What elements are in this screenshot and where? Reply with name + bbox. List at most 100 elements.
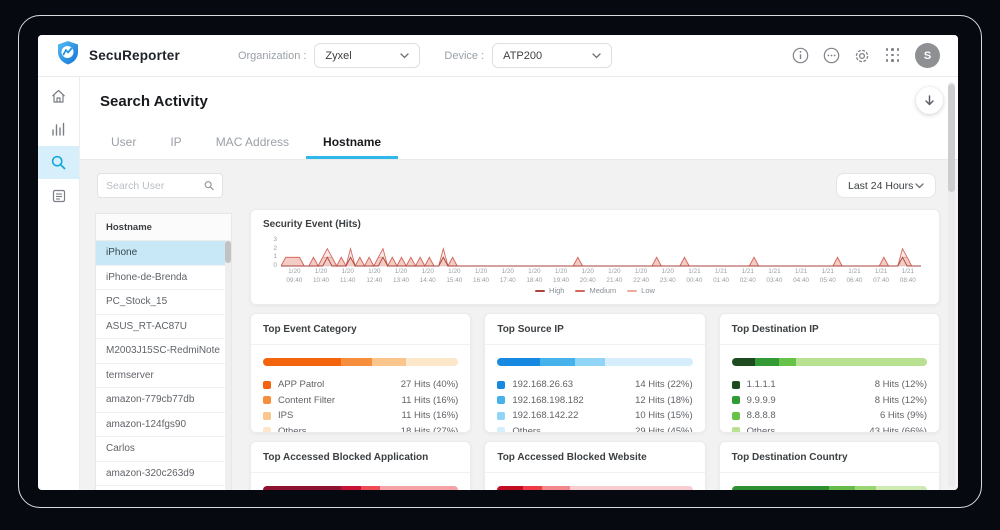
hostname-row[interactable]: amazon-124fgs90 xyxy=(96,413,231,437)
hostname-row[interactable] xyxy=(96,486,231,490)
user-avatar[interactable]: S xyxy=(915,43,940,68)
page-title: Search Activity xyxy=(100,93,208,110)
search-icon xyxy=(204,181,214,191)
x-tick-label: 1/21 03:40 xyxy=(766,268,783,284)
more-icon[interactable] xyxy=(822,47,840,65)
tab-user[interactable]: User xyxy=(94,135,153,159)
download-button[interactable] xyxy=(916,87,943,114)
sidebar-item-search[interactable] xyxy=(38,146,79,179)
stat-card-top-source-ip: Top Source IP 192.168.26.63 14 Hits (22%) 1… xyxy=(484,313,706,433)
stat-card-title: Top Event Category xyxy=(251,324,471,345)
chart-legend: High Medium Low xyxy=(263,286,927,295)
x-tick-label: 1/21 06:40 xyxy=(846,268,863,284)
legend-item-medium: Medium xyxy=(575,286,616,295)
x-tick-label: 1/21 00:40 xyxy=(686,268,703,284)
stat-row: IPS 11 Hits (16%) xyxy=(263,408,458,424)
search-box[interactable] xyxy=(97,173,223,198)
stat-row: APP Patrol 27 Hits (40%) xyxy=(263,377,458,393)
legend-dash-icon xyxy=(535,289,546,292)
stat-card-top-destination-country: Top Destination Country xyxy=(718,441,940,490)
stat-row: Others 18 Hits (27%) xyxy=(263,424,458,432)
download-icon xyxy=(925,94,934,105)
time-range-select[interactable]: Last 24 Hours xyxy=(836,173,936,198)
x-tick-label: 1/20 17:40 xyxy=(499,268,516,284)
x-tick-label: 1/20 20:40 xyxy=(579,268,596,284)
hostname-row[interactable]: amazon-320c263d9 xyxy=(96,462,231,486)
app-window: SecuReporter Organization : Zyxel Device… xyxy=(38,35,958,490)
legend-item-low: Low xyxy=(627,286,655,295)
x-tick-label: 1/20 12:40 xyxy=(366,268,383,284)
hostname-row[interactable]: termserver xyxy=(96,364,231,388)
time-range-value: Last 24 Hours xyxy=(848,179,914,192)
chevron-down-icon xyxy=(592,52,601,58)
y-tick: 0 xyxy=(273,262,277,269)
legend-square-icon xyxy=(263,411,271,420)
x-tick-label: 1/20 13:40 xyxy=(393,268,410,284)
stat-card-top-accessed-blocked-website: Top Accessed Blocked Website xyxy=(484,441,706,490)
x-tick-label: 1/20 23:40 xyxy=(659,268,676,284)
stat-row: 8.8.8.8 6 Hits (9%) xyxy=(731,408,927,424)
legend-dash-icon xyxy=(575,289,586,292)
stat-row: 1.1.1.1 8 Hits (12%) xyxy=(731,377,927,393)
bar-chart-icon xyxy=(52,122,65,136)
stacked-bar xyxy=(263,486,459,490)
gear-icon[interactable] xyxy=(853,47,871,65)
hostname-row[interactable]: PC_Stock_15 xyxy=(96,290,231,315)
y-tick: 2 xyxy=(273,244,277,252)
chart-plot: 3210 xyxy=(273,236,921,269)
organization-label: Organization : xyxy=(237,49,307,62)
device-select[interactable]: ATP200 xyxy=(492,43,613,68)
stat-row: Others 43 Hits (66%) xyxy=(731,424,927,432)
x-tick-label: 1/20 21:40 xyxy=(606,268,623,284)
tab-hostname[interactable]: Hostname xyxy=(306,135,399,159)
hostname-list-scrollbar-thumb[interactable] xyxy=(225,241,231,263)
legend-square-icon xyxy=(497,396,506,405)
stat-card-top-event-category: Top Event Category APP Patrol 27 Hits (40%… xyxy=(250,313,472,433)
brand: SecuReporter xyxy=(56,40,180,71)
x-tick-label: 1/21 01:40 xyxy=(713,268,730,284)
y-tick: 1 xyxy=(273,253,277,261)
x-tick-label: 1/20 18:40 xyxy=(526,268,543,284)
main-scrollbar-thumb[interactable] xyxy=(948,84,955,192)
x-tick-label: 1/21 05:40 xyxy=(819,268,836,284)
sidebar-item-reports[interactable] xyxy=(38,179,79,212)
hostname-row[interactable]: iPhone-de-Brenda xyxy=(96,266,231,290)
x-tick-label: 1/20 22:40 xyxy=(633,268,650,284)
stat-row: Others 29 Hits (45%) xyxy=(497,424,693,432)
nav-sidebar xyxy=(38,77,80,490)
stacked-bar xyxy=(497,486,693,490)
search-icon xyxy=(51,155,66,170)
legend-square-icon xyxy=(263,380,271,389)
sidebar-item-analytics[interactable] xyxy=(38,113,79,146)
legend-square-icon xyxy=(263,427,271,432)
x-tick-label: 1/20 15:40 xyxy=(446,268,463,284)
stat-row: 9.9.9.9 8 Hits (12%) xyxy=(731,393,927,409)
hostname-row[interactable]: amazon-779cb77db xyxy=(96,388,231,413)
x-tick-label: 1/20 10:40 xyxy=(313,268,329,284)
area-chart xyxy=(281,247,921,267)
info-icon[interactable] xyxy=(791,47,809,65)
hostname-list-scrollbar[interactable] xyxy=(225,240,231,490)
hostname-row[interactable]: iPhone xyxy=(96,241,231,266)
legend-square-icon xyxy=(263,396,271,405)
hostname-row[interactable]: ASUS_RT-AC87U xyxy=(96,315,231,339)
report-icon xyxy=(52,189,65,202)
x-tick-label: 1/21 04:40 xyxy=(793,268,810,284)
stat-row: 192.168.198.182 12 Hits (18%) xyxy=(497,393,693,409)
tab-mac-address[interactable]: MAC Address xyxy=(199,135,306,159)
hostname-row[interactable]: M2003J15SC-RedmiNote xyxy=(96,339,231,364)
toolbar: Last 24 Hours xyxy=(80,160,958,200)
y-tick: 3 xyxy=(273,236,277,243)
device-value: ATP200 xyxy=(503,49,543,62)
search-input[interactable] xyxy=(106,179,205,192)
legend-square-icon xyxy=(731,396,740,405)
main-scrollbar[interactable] xyxy=(948,82,955,487)
apps-grid-icon[interactable] xyxy=(884,47,902,65)
stat-card-top-destination-ip: Top Destination IP 1.1.1.1 8 Hits (12%) 9.9… xyxy=(718,313,940,433)
organization-select[interactable]: Zyxel xyxy=(314,43,421,68)
legend-square-icon xyxy=(497,380,506,389)
hostname-row[interactable]: Carlos xyxy=(96,437,231,462)
chart-title: Security Event (Hits) xyxy=(263,219,361,230)
tab-ip[interactable]: IP xyxy=(153,135,198,159)
sidebar-item-home[interactable] xyxy=(38,80,79,113)
